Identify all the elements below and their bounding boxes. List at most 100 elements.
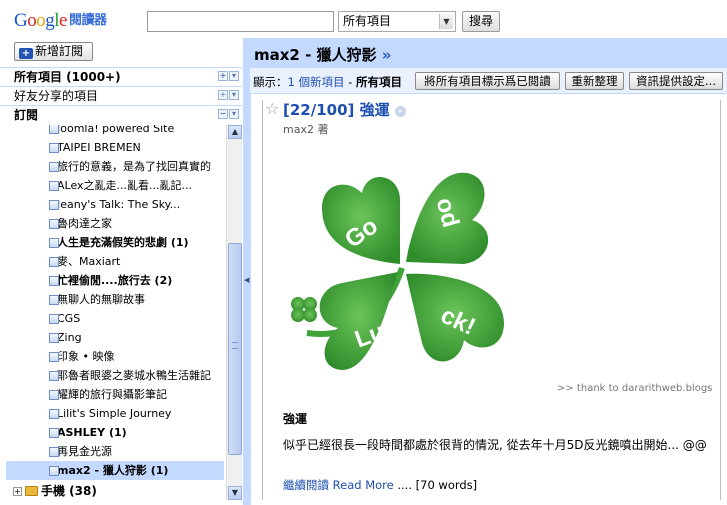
feed-icon	[49, 352, 59, 362]
expand-icon[interactable]: +	[13, 487, 22, 496]
add-subscription-button[interactable]: + 新增訂閱	[14, 42, 93, 61]
list-item[interactable]: Joomla! powered Site	[6, 125, 224, 138]
mark-all-read-button[interactable]: 將所有項目標示爲已閱讀	[415, 72, 560, 90]
feed-icon	[49, 125, 59, 134]
logo-reader-text: 閱讀器	[68, 13, 107, 28]
search-button[interactable]: 搜尋	[462, 11, 500, 32]
feed-icon	[49, 276, 59, 286]
feed-settings-button[interactable]: 資訊提供設定...	[629, 72, 723, 90]
feed-icon	[49, 466, 59, 476]
feed-icon	[49, 447, 59, 457]
logo-google-text: Google	[14, 10, 67, 31]
sidebar-item-shared[interactable]: 好友分享的項目 + ▾	[0, 86, 242, 105]
list-item[interactable]: 忙裡偷閒....旅行去 (2)	[6, 271, 224, 290]
search-scope-select[interactable]: 所有項目 ▼	[338, 11, 456, 32]
expand-icon[interactable]: +	[218, 71, 228, 81]
feed-icon	[49, 162, 59, 172]
subscription-label: Zing	[57, 331, 82, 344]
small-clover	[291, 297, 317, 363]
subscription-label: Joomla! powered Site	[57, 125, 175, 135]
feed-icon	[49, 295, 59, 305]
subscription-label: 人生是充滿假笑的悲劇 (1)	[57, 236, 189, 249]
list-item[interactable]: CGS	[6, 309, 224, 328]
filter-separator: -	[344, 75, 356, 89]
list-item[interactable]: 麥、Maxiart	[6, 252, 224, 271]
folder-phones[interactable]: + 手機 (38)	[0, 482, 226, 501]
chevron-down-icon: ▼	[439, 14, 453, 29]
feed-icon	[49, 390, 59, 400]
page-title: max2 - 獵人狩影 »	[254, 44, 391, 65]
list-item[interactable]: ALex之亂走...亂看...亂記...	[6, 176, 224, 195]
subscription-label: 忙裡偷閒....旅行去 (2)	[57, 274, 173, 287]
feed-title-arrow[interactable]: »	[382, 46, 392, 64]
show-label: 顯示：	[253, 75, 288, 89]
subscription-label: 耶魯者眼婆之麥城水鴨生活雜記	[57, 369, 211, 382]
view-filter: 顯示：1 個新項目 - 所有項目	[253, 74, 402, 90]
list-item[interactable]: Jeany's Talk: The Sky...	[6, 195, 224, 214]
continue-reading-link[interactable]: 繼續閱讀	[283, 478, 329, 492]
list-item[interactable]: 再見金光源	[6, 442, 224, 461]
open-link-icon[interactable]: »	[394, 106, 406, 117]
collapse-icon[interactable]: −	[218, 109, 228, 119]
scroll-thumb[interactable]	[228, 243, 242, 455]
image-caption: >> thank to dararithweb.blogs	[557, 383, 713, 394]
folder-label: 手機 (38)	[41, 484, 97, 498]
subscription-label: 印象 • 映像	[57, 350, 115, 363]
leaf-bottom-left	[319, 272, 398, 370]
all-items-label: 所有項目 (1000+)	[14, 70, 121, 84]
new-items-link[interactable]: 1 個新項目	[288, 75, 345, 89]
feed-icon	[49, 238, 59, 248]
entry-title-text[interactable]: [22/100] 強運	[283, 101, 390, 119]
subscription-scrollbar[interactable]: ▲ ▼	[226, 125, 242, 500]
dropdown-icon[interactable]: ▾	[229, 71, 239, 81]
list-item[interactable]: 旅行的意義，是為了找回真實的	[6, 157, 224, 176]
feed-icon	[49, 181, 59, 191]
list-item[interactable]: Lilit's Simple Journey	[6, 404, 224, 423]
subscription-label: TAIPEI BREMEN	[57, 141, 141, 154]
list-item[interactable]: 魯肉達之家	[6, 214, 224, 233]
star-icon[interactable]: ☆	[265, 99, 279, 118]
feed-icon	[49, 219, 59, 229]
list-item[interactable]: 耀輝的旅行與攝影筆記	[6, 385, 224, 404]
feed-icon	[49, 333, 59, 343]
scroll-down-icon[interactable]: ▼	[228, 486, 242, 500]
subscription-label: ALex之亂走...亂看...亂記...	[57, 179, 193, 192]
search-input[interactable]	[147, 11, 334, 32]
feed-icon	[49, 314, 59, 324]
dropdown-icon[interactable]: ▾	[229, 109, 239, 119]
read-more-link[interactable]: Read More	[333, 478, 394, 492]
entry-body: 似乎已經很長一段時間都處於很背的情況, 從去年十月5D反光鏡噴出開始... @@	[283, 438, 707, 452]
feed-icon	[49, 409, 59, 419]
entry-title[interactable]: [22/100] 強運 »	[283, 99, 406, 120]
scroll-up-icon[interactable]: ▲	[228, 125, 242, 139]
sidebar-item-all-items[interactable]: 所有項目 (1000+) + ▾	[0, 67, 242, 86]
entry-heading: 強運	[283, 412, 308, 426]
feed-icon	[49, 428, 59, 438]
list-item[interactable]: Zing	[6, 328, 224, 347]
subscription-label: CGS	[57, 312, 81, 325]
subscription-label: 魯肉達之家	[57, 217, 112, 230]
google-reader-logo[interactable]: Google 閱讀器	[14, 9, 107, 32]
list-item[interactable]: 耶魯者眼婆之麥城水鴨生活雜記	[6, 366, 224, 385]
dropdown-icon[interactable]: ▾	[229, 90, 239, 100]
refresh-button[interactable]: 重新整理	[565, 72, 624, 90]
subscriptions-label: 訂閱	[14, 108, 39, 122]
add-subscription-label: 新增訂閱	[35, 44, 84, 58]
list-item[interactable]: 印象 • 映像	[6, 347, 224, 366]
subscription-label: 旅行的意義，是為了找回真實的	[57, 160, 211, 173]
subscription-label: 耀輝的旅行與攝影筆記	[57, 388, 167, 401]
list-item[interactable]: 無聊人的無聊故事	[6, 290, 224, 309]
subscription-label: max2 - 獵人狩影 (1)	[57, 464, 169, 477]
subscription-label: 無聊人的無聊故事	[57, 293, 145, 306]
sidebar-collapse-bar[interactable]: ◀	[243, 66, 250, 505]
list-item[interactable]: max2 - 獵人狩影 (1)	[6, 461, 224, 480]
subscription-label: ASHLEY (1)	[57, 426, 127, 439]
list-item[interactable]: 人生是充滿假笑的悲劇 (1)	[6, 233, 224, 252]
list-item[interactable]: TAIPEI BREMEN	[6, 138, 224, 157]
sidebar-item-subscriptions[interactable]: 訂閱 − ▾	[0, 105, 242, 124]
list-item[interactable]: ASHLEY (1)	[6, 423, 224, 442]
top-bar: Google 閱讀器 所有項目 ▼ 搜尋	[0, 0, 727, 38]
expand-icon[interactable]: +	[218, 90, 228, 100]
feed-icon	[49, 143, 59, 153]
subscription-label: Jeany's Talk: The Sky...	[57, 198, 181, 211]
